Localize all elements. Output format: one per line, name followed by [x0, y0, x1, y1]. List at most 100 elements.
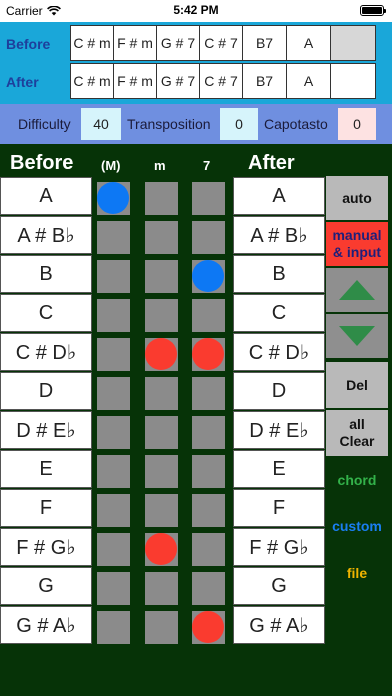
- after-chord-cell-empty[interactable]: [330, 63, 376, 99]
- settings-bar: Difficulty 40 Transposition 0 Capotasto …: [0, 104, 392, 144]
- selection-dot-red[interactable]: [145, 533, 177, 565]
- all-clear-button[interactable]: all Clear: [326, 410, 388, 456]
- before-note[interactable]: F # G♭: [0, 528, 92, 566]
- before-note[interactable]: E: [0, 450, 92, 488]
- after-chord-row: C # m F # m G # 7 C # 7 B7 A: [70, 63, 376, 99]
- chord-type-cell-minor[interactable]: [145, 455, 178, 488]
- before-note[interactable]: C # D♭: [0, 333, 92, 371]
- status-time: 5:42 PM: [173, 3, 219, 17]
- before-note[interactable]: D # E♭: [0, 411, 92, 449]
- manual-input-button[interactable]: manual & input: [326, 222, 388, 266]
- chord-type-cell-seventh[interactable]: [192, 572, 225, 605]
- selection-dot-red[interactable]: [145, 338, 177, 370]
- chord-type-cell-major[interactable]: [97, 416, 130, 449]
- after-note[interactable]: D # E♭: [233, 411, 325, 449]
- before-chord-cell[interactable]: B7: [242, 25, 287, 61]
- chord-type-cell-seventh[interactable]: [192, 494, 225, 527]
- after-note-list: A A # B♭ B C C # D♭ D D # E♭ E F F # G♭ …: [233, 177, 325, 645]
- chord-type-cell-major[interactable]: [97, 455, 130, 488]
- after-heading: After: [248, 152, 295, 174]
- after-chord-cell[interactable]: F # m: [113, 63, 157, 99]
- capotasto-label: Capotasto: [264, 116, 328, 132]
- down-button[interactable]: [326, 314, 388, 358]
- before-note[interactable]: D: [0, 372, 92, 410]
- after-chord-cell[interactable]: A: [286, 63, 331, 99]
- after-chord-cell[interactable]: G # 7: [156, 63, 200, 99]
- selection-dot-blue[interactable]: [192, 260, 224, 292]
- difficulty-label: Difficulty: [18, 116, 71, 132]
- after-note[interactable]: E: [233, 450, 325, 488]
- chord-type-cell-minor[interactable]: [145, 260, 178, 293]
- chord-link[interactable]: chord: [326, 472, 388, 488]
- before-note[interactable]: G # A♭: [0, 606, 92, 644]
- seventh-column-header: 7: [203, 158, 211, 173]
- custom-link[interactable]: custom: [326, 518, 388, 534]
- chord-type-cell-major[interactable]: [97, 494, 130, 527]
- after-note[interactable]: D: [233, 372, 325, 410]
- before-chord-cell[interactable]: C # m: [70, 25, 114, 61]
- del-button[interactable]: Del: [326, 362, 388, 408]
- status-bar: Carrier 5:42 PM: [0, 0, 392, 22]
- chord-type-cell-minor[interactable]: [145, 494, 178, 527]
- chord-type-cell-seventh[interactable]: [192, 299, 225, 332]
- before-chord-cell[interactable]: A: [286, 25, 331, 61]
- after-note[interactable]: G # A♭: [233, 606, 325, 644]
- up-button[interactable]: [326, 268, 388, 312]
- chord-type-cell-seventh[interactable]: [192, 533, 225, 566]
- before-note[interactable]: F: [0, 489, 92, 527]
- chord-type-cell-major[interactable]: [97, 377, 130, 410]
- after-note[interactable]: F # G♭: [233, 528, 325, 566]
- chord-type-cell-minor[interactable]: [145, 377, 178, 410]
- after-chord-cell[interactable]: B7: [242, 63, 287, 99]
- chord-type-cell-minor[interactable]: [145, 182, 178, 215]
- chord-type-cell-seventh[interactable]: [192, 377, 225, 410]
- chord-type-cell-major[interactable]: [97, 221, 130, 254]
- file-link[interactable]: file: [326, 565, 388, 581]
- before-chord-cell[interactable]: G # 7: [156, 25, 200, 61]
- selection-dot-red[interactable]: [192, 338, 224, 370]
- chord-type-cell-minor[interactable]: [145, 611, 178, 644]
- chord-type-cell-major[interactable]: [97, 533, 130, 566]
- after-chord-cell[interactable]: C # 7: [199, 63, 243, 99]
- after-note[interactable]: B: [233, 255, 325, 293]
- after-note[interactable]: C # D♭: [233, 333, 325, 371]
- before-note[interactable]: A: [0, 177, 92, 215]
- chord-type-cell-major[interactable]: [97, 299, 130, 332]
- chord-type-cell-major[interactable]: [97, 572, 130, 605]
- chord-type-cell-major[interactable]: [97, 338, 130, 371]
- after-note[interactable]: G: [233, 567, 325, 605]
- chord-type-cell-minor[interactable]: [145, 221, 178, 254]
- chord-type-cell-seventh[interactable]: [192, 221, 225, 254]
- after-note[interactable]: A # B♭: [233, 216, 325, 254]
- after-note[interactable]: F: [233, 489, 325, 527]
- after-note[interactable]: A: [233, 177, 325, 215]
- minor-column-header: m: [154, 158, 166, 173]
- before-note[interactable]: A # B♭: [0, 216, 92, 254]
- transposition-value[interactable]: 0: [220, 108, 258, 140]
- before-note[interactable]: G: [0, 567, 92, 605]
- chord-type-cell-minor[interactable]: [145, 299, 178, 332]
- difficulty-value[interactable]: 40: [81, 108, 121, 140]
- chord-type-cell-seventh[interactable]: [192, 416, 225, 449]
- before-chord-cell[interactable]: F # m: [113, 25, 157, 61]
- auto-button[interactable]: auto: [326, 176, 388, 220]
- chord-type-cell-seventh[interactable]: [192, 182, 225, 215]
- selection-dot-blue[interactable]: [97, 182, 129, 214]
- capotasto-value[interactable]: 0: [338, 108, 376, 140]
- after-note[interactable]: C: [233, 294, 325, 332]
- chord-type-cell-major[interactable]: [97, 611, 130, 644]
- main-board: Before After (M) m 7 A A # B♭ B C C # D♭…: [0, 144, 392, 696]
- chord-type-cell-minor[interactable]: [145, 572, 178, 605]
- after-chord-cell[interactable]: C # m: [70, 63, 114, 99]
- arrow-down-icon: [339, 326, 375, 346]
- chord-type-cell-seventh[interactable]: [192, 455, 225, 488]
- chord-type-cell-minor[interactable]: [145, 416, 178, 449]
- before-note[interactable]: B: [0, 255, 92, 293]
- selection-dot-red[interactable]: [192, 611, 224, 643]
- before-row-label: Before: [6, 36, 51, 52]
- before-chord-cell-empty[interactable]: [330, 25, 376, 61]
- before-chord-cell[interactable]: C # 7: [199, 25, 243, 61]
- before-note[interactable]: C: [0, 294, 92, 332]
- before-chord-row: C # m F # m G # 7 C # 7 B7 A: [70, 25, 376, 61]
- chord-type-cell-major[interactable]: [97, 260, 130, 293]
